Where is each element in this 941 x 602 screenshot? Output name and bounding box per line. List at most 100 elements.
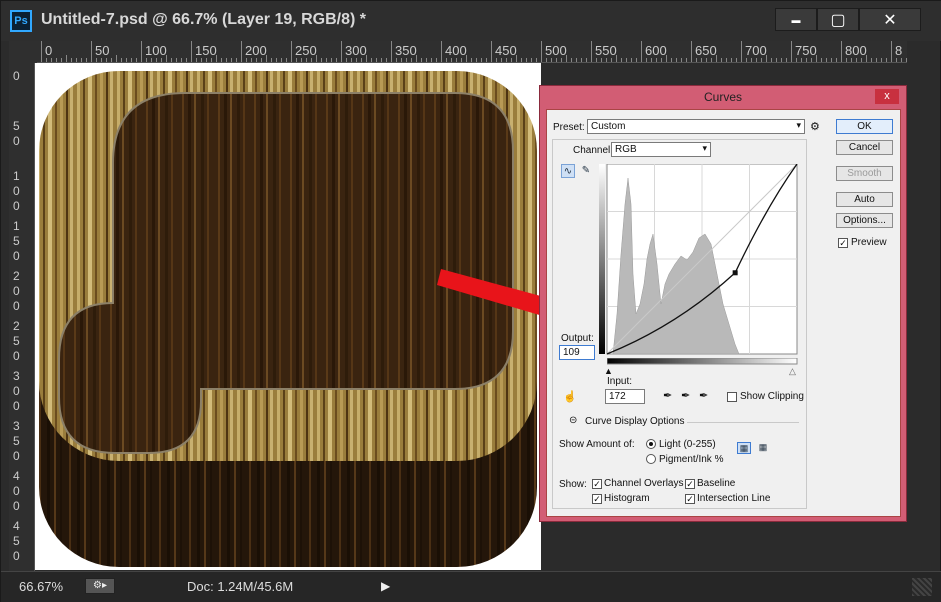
ruler-minor-tick [506, 58, 507, 62]
ruler-minor-tick [566, 55, 567, 62]
ruler-label: 3 0 0 [13, 369, 20, 413]
ruler-minor-tick [576, 58, 577, 62]
ruler-minor-tick [316, 55, 317, 62]
ruler-minor-tick [101, 58, 102, 62]
ruler-label: 3 5 0 [13, 419, 20, 463]
ruler-minor-tick [146, 58, 147, 62]
ruler-minor-tick [476, 58, 477, 62]
preview-label: Preview [851, 237, 887, 248]
ruler-label: 4 5 0 [13, 519, 20, 563]
ruler-label: 8 [895, 43, 903, 58]
ruler-minor-tick [581, 58, 582, 62]
auto-button[interactable]: Auto [836, 192, 893, 207]
close-icon: ✕ [883, 11, 897, 29]
ruler-minor-tick [736, 58, 737, 62]
white-eyedropper-icon[interactable]: ✒ [699, 389, 708, 402]
ruler-minor-tick [346, 58, 347, 62]
ruler-minor-tick [431, 58, 432, 62]
on-image-adjust-icon[interactable]: ☝ [563, 390, 577, 403]
preview-checkbox[interactable]: ✓ [838, 238, 848, 248]
ruler-minor-tick [666, 55, 667, 62]
ruler-minor-tick [771, 58, 772, 62]
input-field[interactable]: 172 [605, 389, 645, 404]
grid-simple-icon[interactable]: ▦ [737, 442, 751, 454]
minimize-icon: ▬ [791, 14, 801, 25]
ruler-tick [841, 41, 842, 62]
ruler-minor-tick [156, 58, 157, 62]
ruler-label: 800 [845, 43, 867, 58]
ruler-corner[interactable] [9, 41, 37, 63]
ruler-tick [441, 41, 442, 62]
smooth-button[interactable]: Smooth [836, 166, 893, 181]
histogram-checkbox[interactable]: ✓ [592, 494, 602, 504]
horizontal-ruler[interactable]: 0 50 100 150 200 250 300 350 400 450 500 550 600 650 7… [37, 41, 907, 63]
baseline-checkbox[interactable]: ✓ [685, 479, 695, 489]
ok-button[interactable]: OK [836, 119, 893, 134]
ruler-minor-tick [71, 58, 72, 62]
cancel-button[interactable]: Cancel [836, 140, 893, 155]
ruler-minor-tick [411, 58, 412, 62]
grid-detailed-icon[interactable]: ▦ [756, 442, 770, 454]
ruler-minor-tick [436, 58, 437, 62]
black-eyedropper-icon[interactable]: ✒ [663, 389, 672, 402]
vertical-ruler[interactable]: 0 5 0 1 0 0 1 5 0 2 0 0 2 5 0 3 0 0 3 5 0 4 0 0 4… [9, 63, 35, 571]
ruler-minor-tick [681, 58, 682, 62]
zoom-level[interactable]: 66.67% [19, 579, 63, 594]
ruler-minor-tick [901, 58, 902, 62]
maximize-button[interactable]: ▢ [817, 8, 859, 31]
ruler-minor-tick [151, 58, 152, 62]
channel-overlays-checkbox[interactable]: ✓ [592, 479, 602, 489]
ruler-minor-tick [561, 58, 562, 62]
preset-options-gear-icon[interactable]: ⚙ [810, 120, 820, 133]
ruler-tick [41, 41, 42, 62]
ruler-minor-tick [716, 55, 717, 62]
curve-control-point[interactable] [732, 270, 738, 276]
ruler-minor-tick [626, 58, 627, 62]
gray-eyedropper-icon[interactable]: ✒ [681, 389, 690, 402]
channel-select[interactable]: RGB ▾ [611, 142, 711, 157]
baseline-label: Baseline [697, 478, 736, 489]
intersection-line-checkbox[interactable]: ✓ [685, 494, 695, 504]
status-menu-button[interactable]: ⚙▸ [85, 578, 115, 594]
curves-dialog: Curves x Preset: Custom ▾ ⚙ Channel: RGB ▾… [539, 85, 907, 522]
white-point-slider-icon[interactable]: △ [789, 366, 796, 377]
ruler-minor-tick [371, 58, 372, 62]
resize-grip-icon[interactable] [912, 578, 932, 596]
check-icon: ✓ [686, 479, 694, 489]
ruler-minor-tick [556, 58, 557, 62]
pigment-radio[interactable] [646, 454, 656, 464]
close-button[interactable]: ✕ [859, 8, 921, 31]
ruler-minor-tick [251, 58, 252, 62]
ruler-minor-tick [751, 58, 752, 62]
ruler-label: 550 [595, 43, 617, 58]
document-canvas[interactable] [35, 63, 541, 570]
ruler-minor-tick [866, 55, 867, 62]
options-button[interactable]: Options... [836, 213, 893, 228]
ruler-minor-tick [111, 58, 112, 62]
curve-graph[interactable] [599, 164, 799, 364]
ruler-minor-tick [616, 55, 617, 62]
collapse-chevron-icon[interactable]: ⊝ [569, 415, 577, 426]
output-field[interactable]: 109 [559, 345, 595, 360]
show-amount-label: Show Amount of: [559, 439, 635, 450]
black-point-slider-icon[interactable]: ▲ [604, 366, 613, 376]
light-radio[interactable] [646, 439, 656, 449]
ruler-minor-tick [211, 58, 212, 62]
ruler-minor-tick [166, 55, 167, 62]
intersection-line-label: Intersection Line [697, 493, 771, 504]
ruler-tick [191, 41, 192, 62]
dialog-close-button[interactable]: x [875, 89, 899, 104]
ruler-minor-tick [656, 58, 657, 62]
ruler-minor-tick [701, 58, 702, 62]
ruler-tick [791, 41, 792, 62]
photoshop-window: Ps Untitled-7.psd @ 66.7% (Layer 19, RGB… [0, 0, 941, 602]
ruler-minor-tick [611, 58, 612, 62]
ruler-minor-tick [801, 58, 802, 62]
status-arrow-icon[interactable]: ▶ [381, 579, 390, 593]
pencil-tool-icon[interactable]: ✎ [579, 164, 593, 178]
show-clipping-checkbox[interactable] [727, 392, 737, 402]
minimize-button[interactable]: ▬ [775, 8, 817, 31]
preset-select[interactable]: Custom ▾ [587, 119, 805, 134]
curve-point-tool-icon[interactable]: ∿ [561, 164, 575, 178]
channel-label: Channel: [573, 145, 614, 156]
